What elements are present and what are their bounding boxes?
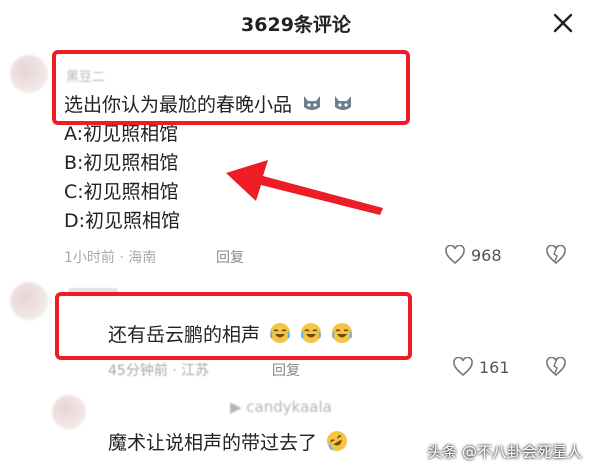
arrow-icon [226,160,383,215]
annotation-arrow [226,160,383,215]
watermark: 头条 @不八卦会死星人 [427,443,582,461]
